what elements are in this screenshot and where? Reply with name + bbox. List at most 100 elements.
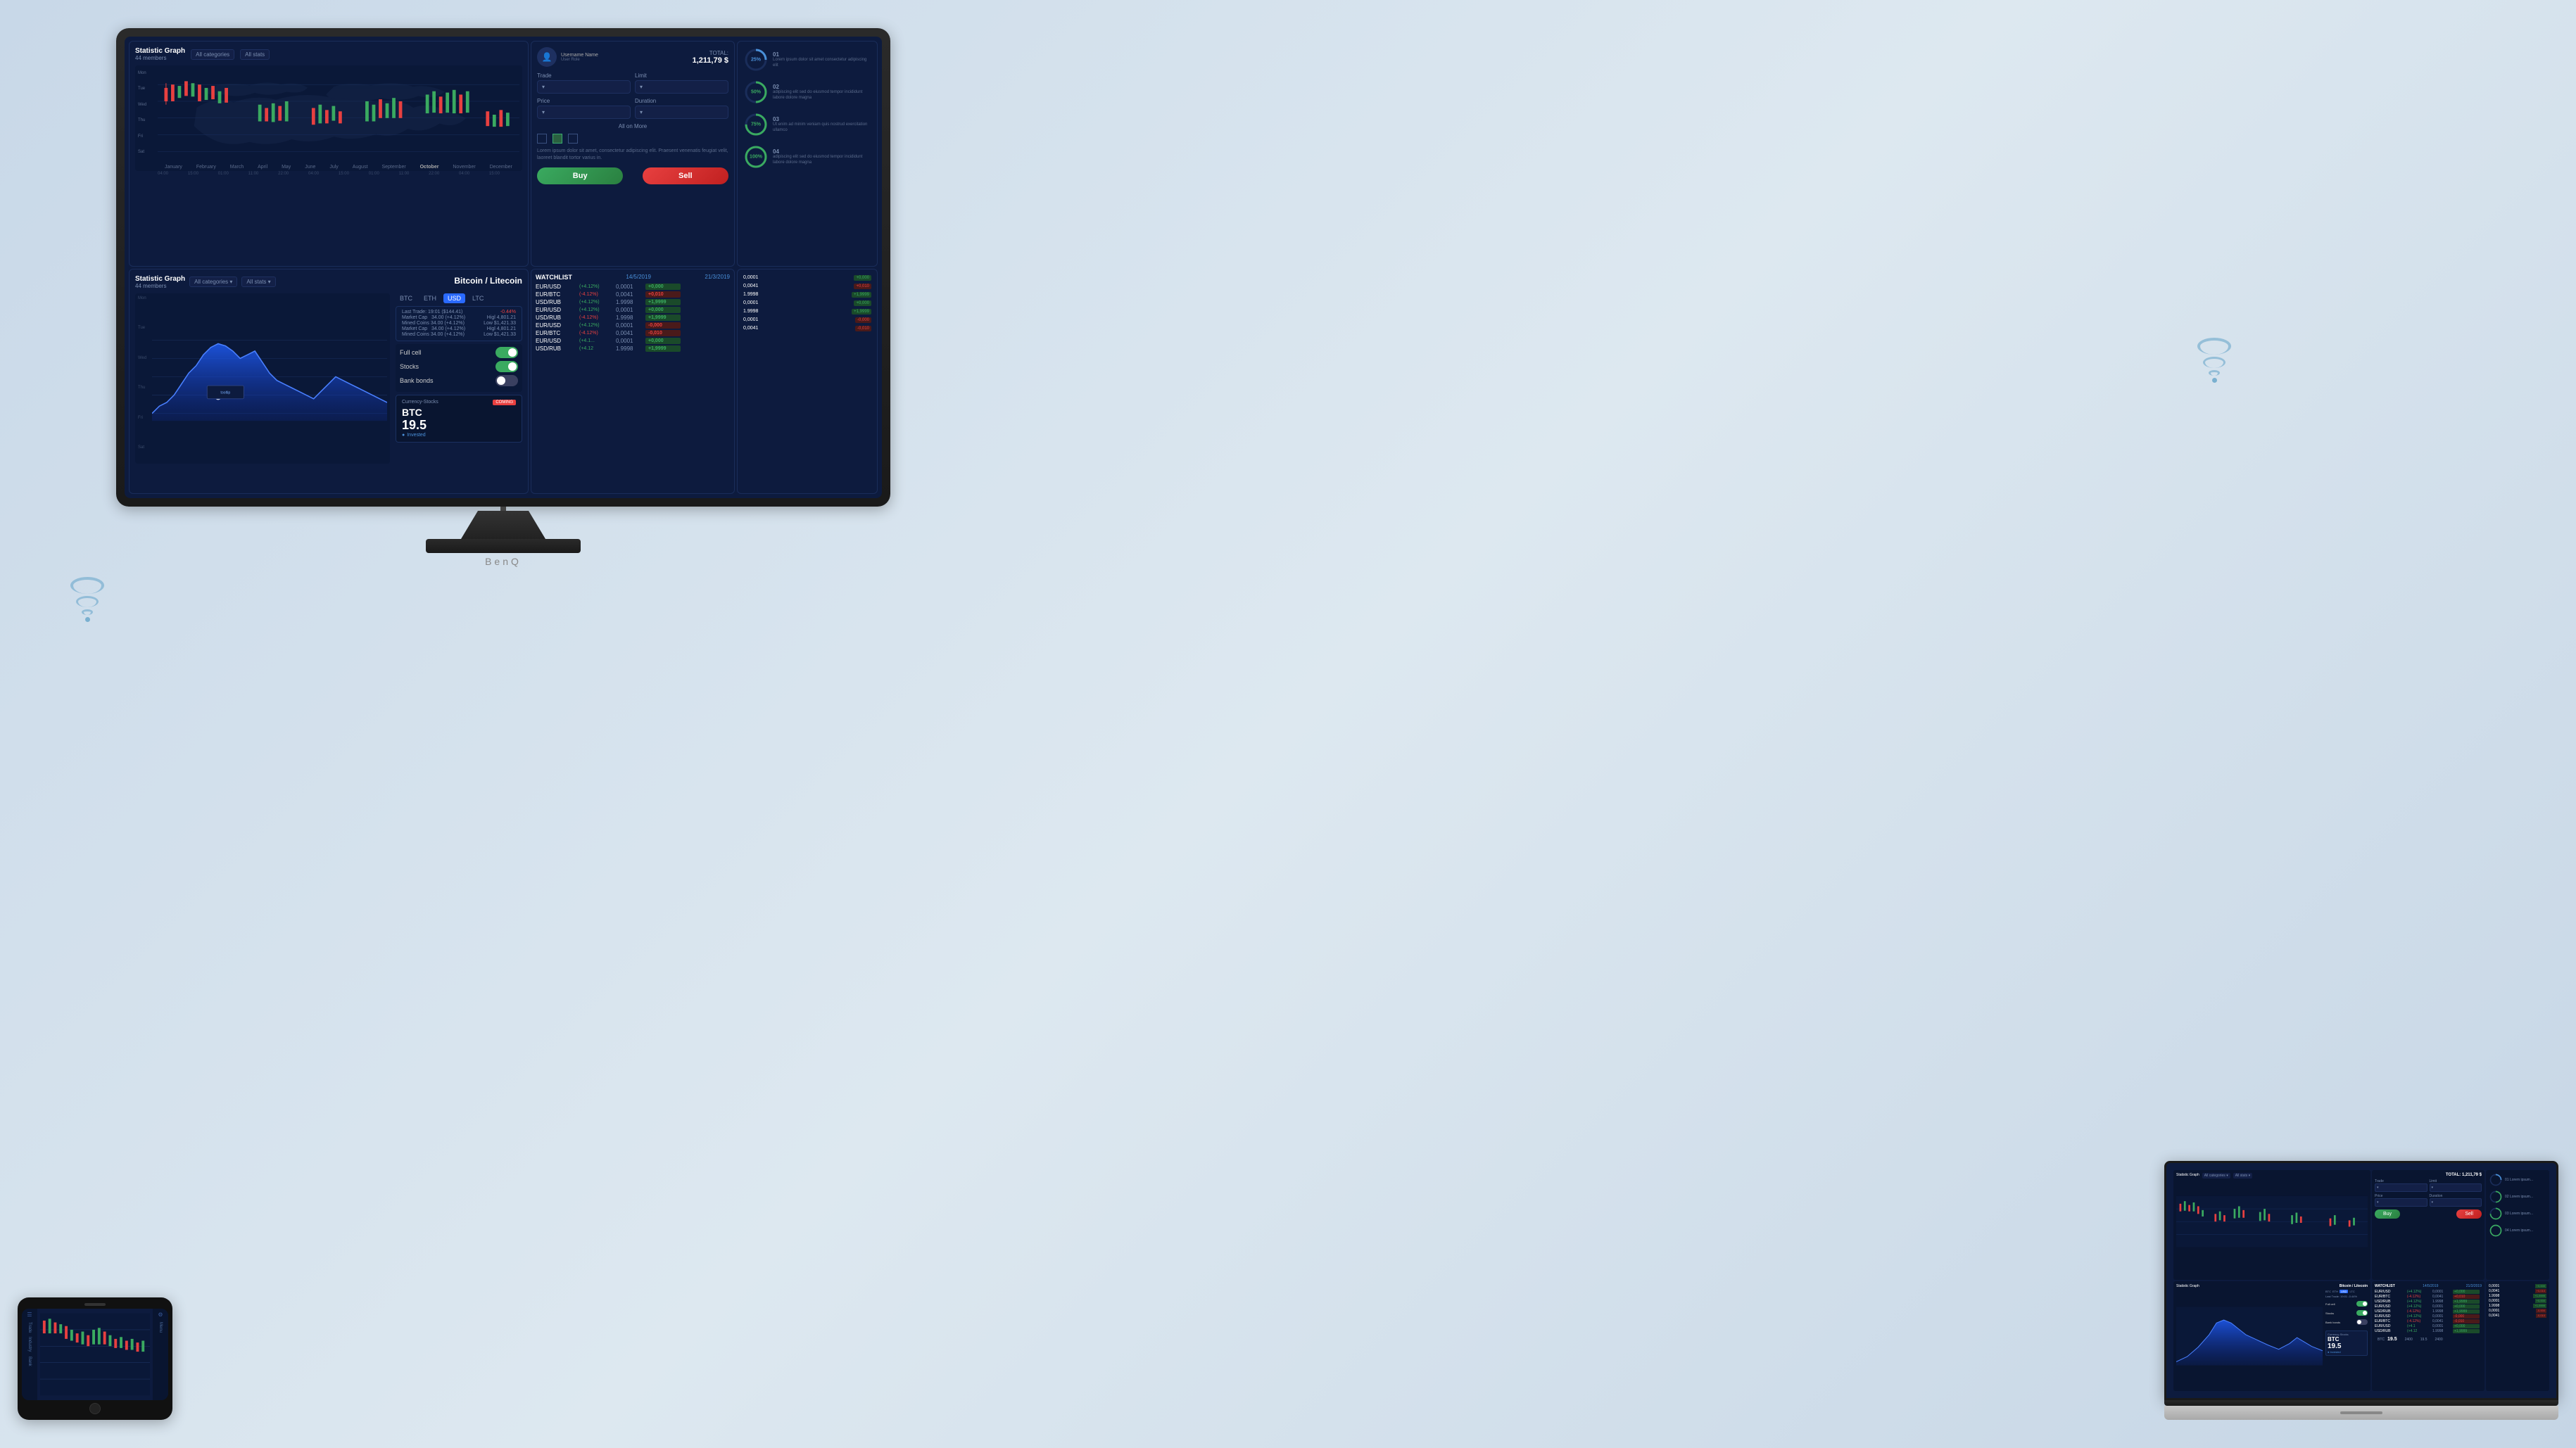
progress-num-1: 01 (773, 51, 871, 58)
laptop-sell-btn[interactable]: Sell (2456, 1209, 2482, 1219)
trade-dropdown[interactable]: ▾ (537, 80, 631, 94)
limit-label: Limit (635, 72, 728, 79)
chart-title: Statistic Graph (135, 47, 185, 55)
phone-left-sidebar: ☰ Trade Industry Bank (22, 1309, 37, 1400)
watchlist-row-6: EUR/USD(+4.12%)0,0001-0,000 (536, 322, 730, 329)
progress-desc-2: adipiscing elit sed do eiusmod tempor in… (773, 90, 871, 101)
area-chart-svg: tooltip (152, 293, 387, 453)
area-chart-panel: Statistic Graph 44 members All categorie… (129, 269, 529, 495)
laptop-candlestick-svg (2176, 1180, 2368, 1263)
price-label: Price (537, 98, 631, 104)
area-categories-dropdown[interactable]: All categories ▾ (189, 277, 237, 287)
phone-bezel: ☰ Trade Industry Bank (18, 1297, 172, 1420)
watchlist-row-3: USD/RUB(+4.12%)1.9998+1,9999 (536, 299, 730, 305)
tab-btc[interactable]: BTC (396, 293, 417, 303)
coming-badge: COMING (493, 400, 516, 405)
user-role: User Role (561, 58, 598, 62)
toggle-stocks[interactable] (495, 361, 518, 372)
progress-pct-4: 100% (750, 155, 762, 160)
watchlist-row-4: EUR/USD(+4.12%)0,0001+0,000 (536, 307, 730, 313)
area-y-labels: Mon Tue Wed Thu Fri Sat (138, 296, 146, 450)
progress-num-3: 03 (773, 116, 871, 122)
watchlist-row-1: EUR/USD(+4.12%)0,0001+0,000 (536, 284, 730, 290)
phone-right-sidebar: ⚙ Menu (153, 1309, 168, 1400)
svg-text:tooltip: tooltip (220, 390, 230, 395)
y-axis-labels: Mon Tue Wed Thu Fri Sat (138, 71, 146, 154)
total-amount: 1,211,79 $ (693, 56, 728, 65)
progress-desc-4: adipiscing elit sed do eiusmod tempor in… (773, 155, 871, 166)
laptop-base (2164, 1406, 2558, 1420)
candlestick-svg (158, 69, 519, 160)
btc-value: 19.5 (402, 418, 516, 433)
btc-label: BTC (402, 407, 516, 418)
watchlist-row-8: EUR/USD(+4.1...0,0001+0,000 (536, 338, 730, 344)
limit-dropdown[interactable]: ▾ (635, 80, 728, 94)
allstats-dropdown[interactable]: All stats (240, 49, 270, 60)
phone-screen: ☰ Trade Industry Bank (22, 1309, 168, 1400)
username: Username Name (561, 53, 598, 58)
currency-tabs: BTC ETH USD LTC (396, 293, 522, 303)
laptop-progress-panel: 01 Lorem ipsum... 02 Lorem ipsum... 03 L… (2486, 1170, 2549, 1280)
sell-button[interactable]: Sell (643, 167, 728, 184)
progress-num-2: 02 (773, 84, 871, 90)
bottom-right-panel: 0,0001 +0,000 0,0041 +0,010 1.9998 +1,99… (737, 269, 878, 495)
laptop-trade-panel: TOTAL: 1,211,79 $ Trade▾ Limit▾ Price▾ D… (2372, 1170, 2485, 1280)
monitor-brand-label: BenQ (485, 556, 522, 567)
watchlist-row-5: USD/RUB(-4.12%)1.9998+1,9999 (536, 315, 730, 321)
monitor-base (426, 539, 581, 553)
user-avatar: 👤 (537, 47, 557, 67)
progress-pct-1: 25% (751, 58, 761, 63)
area-chart-subtitle: 44 members (135, 283, 185, 289)
laptop-buy-btn[interactable]: Buy (2375, 1209, 2400, 1219)
watchlist-row-2: EUR/BTC(-4.12%)0,0041+0,010 (536, 291, 730, 298)
laptop-area-svg (2176, 1290, 2323, 1383)
tab-usd[interactable]: USD (443, 293, 465, 303)
trade-description: Lorem ipsum dolor sit amet, consectetur … (537, 148, 728, 162)
trade-info-box: Last Trade: 19:01 ($144.41) -0.44% Marke… (396, 306, 522, 341)
x-axis-months: January February March April May June Ju… (158, 165, 519, 170)
laptop-area-panel: Statistic Graph Bitcoin / Litecoin (2173, 1281, 2370, 1391)
progress-pct-3: 75% (751, 122, 761, 127)
categories-dropdown[interactable]: All categories (191, 49, 234, 60)
watchlist-row-9: USD/RUB(+4.121.9998+1,9999 (536, 345, 730, 352)
area-stats-dropdown[interactable]: All stats ▾ (241, 277, 275, 287)
watchlist-title: WATCHLIST (536, 274, 572, 281)
laptop-watchlist-panel: WATCHLIST 14/5/2019 21/3/2019 EUR/USD(+4… (2372, 1281, 2485, 1391)
area-chart-title-left: Statistic Graph (135, 275, 185, 283)
tab-ltc[interactable]: LTC (468, 293, 488, 303)
toggle-fullcell[interactable] (495, 347, 518, 358)
all-on-more-label: All on More (537, 123, 728, 129)
checkbox3[interactable] (568, 134, 578, 144)
toggle-bankbonds[interactable] (495, 375, 518, 386)
total-label: TOTAL: (693, 50, 728, 56)
chart-subtitle: 44 members (135, 55, 185, 61)
wifi-left-icon (70, 577, 104, 622)
monitor-stand (461, 511, 545, 539)
duration-dropdown[interactable]: ▾ (635, 106, 728, 119)
laptop: Statistic Graph All categories ▾ All sta… (2164, 1161, 2558, 1420)
duration-label: Duration (635, 98, 728, 104)
progress-num-4: 04 (773, 148, 871, 155)
tab-eth[interactable]: ETH (419, 293, 441, 303)
area-chart-title-center: Bitcoin / Litecoin (454, 276, 522, 286)
watchlist-date2: 21/3/2019 (705, 274, 730, 280)
progress-desc-3: Ut enim ad minim veniam quis nostrud exe… (773, 122, 871, 134)
monitor-bezel: Statistic Graph 44 members All categorie… (116, 28, 890, 507)
progress-panel: 25% 01 Lorem ipsum dolor sit amet consec… (737, 41, 878, 267)
toggles-container: Full cell Stocks Bank bonds (396, 344, 522, 392)
laptop-right-panel: 0,0001+0,000 0,0041+0,010 1.9998+1,9999 … (2486, 1281, 2549, 1391)
monitor: Statistic Graph 44 members All categorie… (116, 28, 890, 563)
buy-button[interactable]: Buy (537, 167, 623, 184)
phone-chart-svg (40, 1312, 150, 1397)
progress-desc-1: Lorem ipsum dolor sit amet consectetur a… (773, 58, 871, 69)
trade-label: Trade (537, 72, 631, 79)
currency-stats-box: Currency-Stocks COMING BTC 19.5 ●Investe… (396, 395, 522, 443)
watchlist-row-7: EUR/BTC(-4.12%)0,0041-0,010 (536, 330, 730, 336)
checkbox2[interactable] (553, 134, 562, 144)
laptop-screen: Statistic Graph All categories ▾ All sta… (2164, 1161, 2558, 1400)
phone-chart-area (37, 1309, 153, 1400)
invested-label: ●Invested (402, 433, 516, 438)
checkbox1[interactable] (537, 134, 547, 144)
price-dropdown[interactable]: ▾ (537, 106, 631, 119)
candlestick-chart-panel: Statistic Graph 44 members All categorie… (129, 41, 529, 267)
